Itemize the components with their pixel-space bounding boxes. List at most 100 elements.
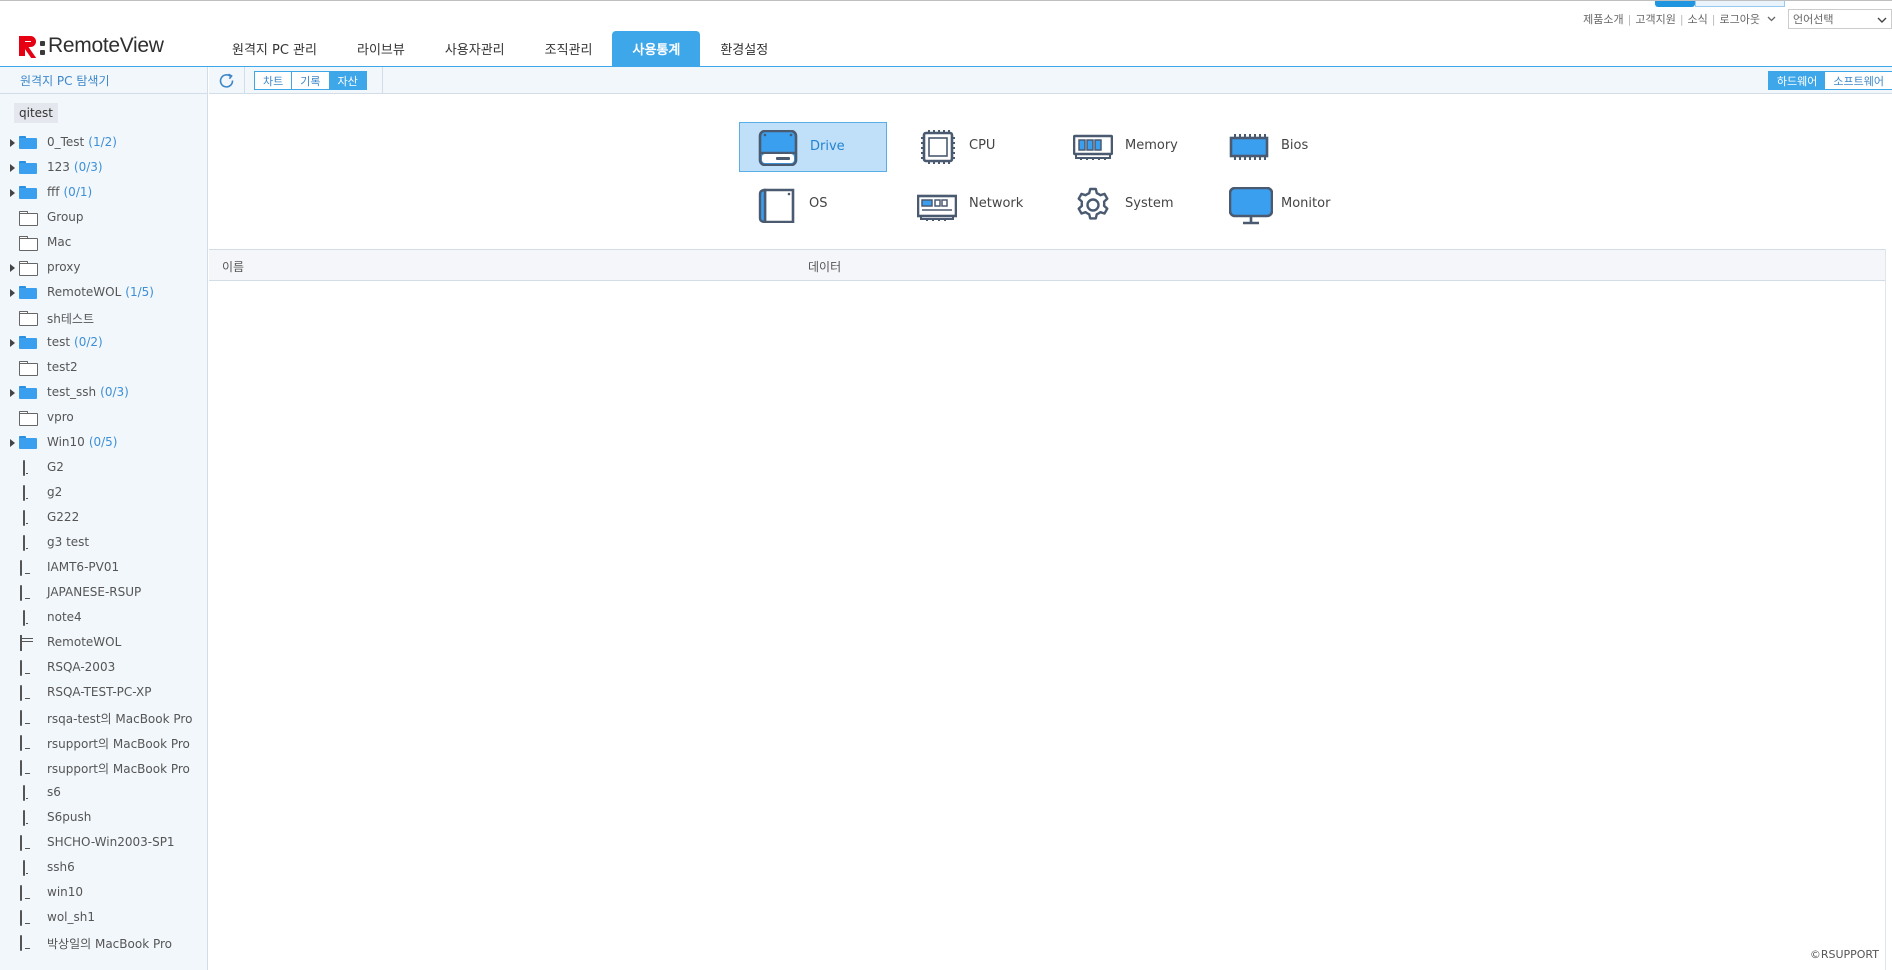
nav-tab-2[interactable]: 사용자관리 [425, 31, 525, 66]
tree-item[interactable]: Mac [0, 230, 207, 255]
column-header-name[interactable]: 이름 [222, 258, 244, 275]
util-link-product[interactable]: 제품소개 [1579, 11, 1627, 27]
nav-tab-0[interactable]: 원격지 PC 관리 [212, 31, 337, 66]
view-tab-0[interactable]: 차트 [255, 72, 293, 89]
tree-item[interactable]: rsqa-test의 MacBook Pro [0, 705, 207, 730]
folder-empty-icon [19, 311, 38, 325]
monitor-pc-icon [19, 710, 38, 726]
category-bios[interactable]: Bios [1211, 122, 1359, 172]
tree-item[interactable]: g3 test [0, 530, 207, 555]
tree-item-name: g2 [47, 485, 63, 499]
expand-arrow-icon[interactable] [10, 164, 15, 172]
tree-item[interactable]: wol_sh1 [0, 905, 207, 930]
folder-empty-icon [19, 261, 38, 275]
tree-item[interactable]: JAPANESE-RSUP [0, 580, 207, 605]
tree-item[interactable]: sh테스트 [0, 305, 207, 330]
column-header-data[interactable]: 데이터 [808, 258, 841, 275]
tree-item[interactable]: RemoteWOL (1/5) [0, 280, 207, 305]
tree-item-label: wol_sh1 [47, 910, 95, 924]
tree-item[interactable]: win10 [0, 880, 207, 905]
mobile-device-icon [19, 510, 38, 526]
category-cpu[interactable]: CPU [899, 122, 1047, 172]
tree-item[interactable]: fff (0/1) [0, 180, 207, 205]
tree-item-label: win10 [47, 885, 83, 899]
tree-item[interactable]: ssh6 [0, 855, 207, 880]
logo[interactable]: RemoteView [18, 32, 164, 60]
tree-item[interactable]: G222 [0, 505, 207, 530]
view-tab-2[interactable]: 자산 [329, 72, 366, 89]
util-link-logout[interactable]: 로그아웃 [1716, 11, 1764, 27]
refresh-icon[interactable] [217, 72, 237, 89]
tree-item[interactable]: s6 [0, 780, 207, 805]
gear-icon [1073, 187, 1113, 223]
category-drive[interactable]: Drive [739, 122, 887, 172]
tree-item[interactable]: proxy [0, 255, 207, 280]
tree-item-label: RSQA-TEST-PC-XP [47, 685, 151, 699]
tree-root[interactable]: qitest [14, 103, 58, 123]
tree-item[interactable]: note4 [0, 605, 207, 630]
category-os[interactable]: OS [739, 180, 887, 230]
tree-item[interactable]: 123 (0/3) [0, 155, 207, 180]
util-link-support[interactable]: 고객지원 [1631, 11, 1679, 27]
tree-item-name: rsupport의 MacBook Pro [47, 737, 190, 751]
tree-item[interactable]: SHCHO-Win2003-SP1 [0, 830, 207, 855]
tree-item-label: JAPANESE-RSUP [47, 585, 141, 599]
chevron-down-icon[interactable] [1764, 14, 1778, 25]
tree-item-name: RSQA-2003 [47, 660, 116, 674]
expand-arrow-icon[interactable] [10, 389, 15, 397]
language-select[interactable]: 언어선택 [1788, 9, 1892, 29]
expand-arrow-icon[interactable] [10, 339, 15, 347]
view-tab-1[interactable]: 기록 [292, 72, 330, 89]
monitor-pc-icon [19, 760, 38, 776]
util-link-news[interactable]: 소식 [1684, 11, 1712, 27]
tree-item[interactable]: RemoteWOL [0, 630, 207, 655]
tree-item[interactable]: S6push [0, 805, 207, 830]
expand-arrow-icon[interactable] [10, 189, 15, 197]
grid-scrollbar[interactable] [1885, 249, 1892, 970]
tree-item-label: RemoteWOL [47, 635, 121, 649]
tree-item[interactable]: RSQA-TEST-PC-XP [0, 680, 207, 705]
category-monitor[interactable]: Monitor [1211, 180, 1359, 230]
sidebar-title[interactable]: 원격지 PC 탐색기 [0, 67, 207, 94]
tree-item-label: 0_Test (1/2) [47, 135, 117, 149]
os-icon [758, 188, 795, 224]
category-system[interactable]: System [1055, 180, 1203, 230]
tree-item-name: Group [47, 210, 84, 224]
nav-tab-4[interactable]: 사용통계 [612, 31, 701, 66]
tree-item[interactable]: test2 [0, 355, 207, 380]
nav-tab-5[interactable]: 환경설정 [700, 31, 788, 66]
tree-item-label: ssh6 [47, 860, 75, 874]
tree-item[interactable]: IAMT6-PV01 [0, 555, 207, 580]
expand-arrow-icon[interactable] [10, 139, 15, 147]
type-tab-1[interactable]: 소프트웨어 [1825, 72, 1892, 89]
tree-item-name: rsupport의 MacBook Pro [47, 762, 190, 776]
category-memory[interactable]: Memory [1055, 122, 1203, 172]
tree-item[interactable]: Group [0, 205, 207, 230]
tree-item[interactable]: 박상일의 MacBook Pro [0, 930, 207, 955]
drive-icon [758, 129, 798, 167]
tree-item[interactable]: 0_Test (1/2) [0, 130, 207, 155]
type-tab-0[interactable]: 하드웨어 [1768, 72, 1826, 89]
tree-item[interactable]: rsupport의 MacBook Pro [0, 755, 207, 780]
category-network[interactable]: Network [899, 180, 1047, 230]
tree-item[interactable]: Win10 (0/5) [0, 430, 207, 455]
tree-item-label: S6push [47, 810, 91, 824]
tree-item[interactable]: test (0/2) [0, 330, 207, 355]
network-icon [916, 194, 958, 221]
tree-item-count: (0/1) [63, 185, 93, 199]
nav-tab-1[interactable]: 라이브뷰 [337, 31, 425, 66]
tree-item[interactable]: test_ssh (0/3) [0, 380, 207, 405]
tree-item-count: (0/3) [73, 160, 103, 174]
view-tabs: 차트 기록 자산 [254, 71, 367, 90]
expand-arrow-icon[interactable] [10, 264, 15, 272]
expand-arrow-icon[interactable] [10, 289, 15, 297]
expand-arrow-icon[interactable] [10, 439, 15, 447]
nav-tab-3[interactable]: 조직관리 [525, 31, 613, 66]
tree-item[interactable]: g2 [0, 480, 207, 505]
tree-item[interactable]: RSQA-2003 [0, 655, 207, 680]
tree-item[interactable]: vpro [0, 405, 207, 430]
tree-item[interactable]: G2 [0, 455, 207, 480]
tree-item-label: test2 [47, 360, 78, 374]
tree-item[interactable]: rsupport의 MacBook Pro [0, 730, 207, 755]
tree-item-label: G2 [47, 460, 64, 474]
